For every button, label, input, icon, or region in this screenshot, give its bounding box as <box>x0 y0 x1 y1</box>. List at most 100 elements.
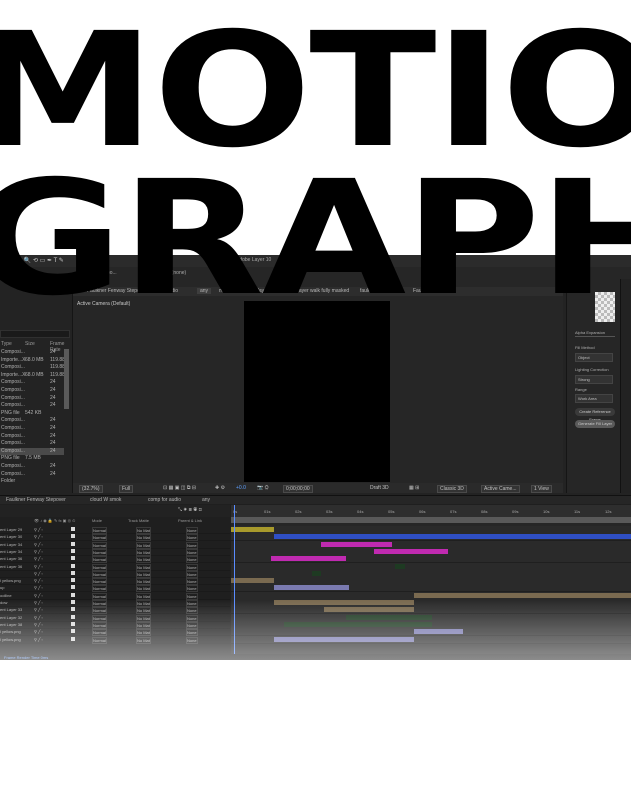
layer-name: oolline <box>0 592 12 598</box>
project-item[interactable]: Composi... 24 <box>0 471 64 478</box>
switches-header: 👁 ♪ ◉ 🔒 ✎ fx ▣ ◎ ⊙ <box>34 518 76 523</box>
resolution-dropdown[interactable]: Full <box>119 485 134 493</box>
item-size: 7.5 MB <box>25 455 41 462</box>
layer-name: ent Layer 36 <box>0 556 23 562</box>
size-column-header[interactable]: Size <box>25 341 35 347</box>
alpha-expansion-slider[interactable] <box>575 336 615 337</box>
layer-visibility-icon[interactable] <box>71 585 75 590</box>
project-item[interactable]: Composi... 24 <box>0 463 64 470</box>
timeline-column-headers: 👁 ♪ ◉ 🔒 ✎ fx ▣ ◎ ⊙ Mode Track Matte Pare… <box>0 518 230 525</box>
layer-duration-bar[interactable] <box>231 527 275 532</box>
timeline-tab[interactable]: cloud W smok <box>90 497 121 503</box>
layer-visibility-icon[interactable] <box>71 548 75 553</box>
project-search-input[interactable] <box>0 330 70 338</box>
range-dropdown[interactable]: Work Area <box>575 394 613 403</box>
item-frame-rate: 24 <box>50 402 56 409</box>
timeline-tab[interactable]: Faulkner Fenway Stepover <box>6 497 66 503</box>
generate-fill-layer-button[interactable]: Generate Fill Layer <box>575 420 615 428</box>
camera-view-dropdown[interactable]: Active Came... <box>481 485 520 493</box>
layer-duration-bar[interactable] <box>274 585 349 591</box>
exposure-value[interactable]: +0.0 <box>236 485 246 491</box>
lighting-strength-dropdown[interactable]: Strong <box>575 375 613 384</box>
item-frame-rate: 24 <box>50 379 56 386</box>
layer-visibility-icon[interactable] <box>71 592 75 597</box>
item-frame-rate: 119.88 <box>50 371 65 378</box>
project-item[interactable]: Composi... 24 <box>0 425 64 432</box>
project-item[interactable]: Composi... 24 <box>0 433 64 440</box>
project-item[interactable]: Composi... 24 <box>0 379 64 386</box>
layer-switches[interactable]: ⚲ ╱ ▫ <box>34 578 43 583</box>
fill-method-dropdown[interactable]: Object <box>575 353 613 362</box>
item-type: Composi... <box>1 417 25 424</box>
timeline-tab[interactable]: any <box>202 497 210 503</box>
timecode-field[interactable]: 0;00;00;00 <box>283 485 313 493</box>
zoom-dropdown[interactable]: (32.7%) <box>79 485 103 493</box>
item-type: Composi... <box>1 463 25 469</box>
color-picker-icon[interactable]: ✚ ⚙ <box>215 485 225 491</box>
viewer-option-icons[interactable]: ⊡ ▦ ▣ ◫ ⧉ ⊟ <box>163 485 196 491</box>
project-item[interactable]: Importe...X 68.0 MB 119.88 <box>0 357 65 364</box>
ruler-tick-label: 06s <box>419 509 426 514</box>
headline-graphics: GRAPHICS <box>0 147 631 331</box>
layer-switches[interactable]: ⚲ ╱ ▫ <box>34 571 43 576</box>
layer-switches[interactable]: ⚲ ╱ ▫ <box>34 542 43 547</box>
ruler-tick-label: 03s <box>326 509 333 514</box>
layer-switches[interactable]: ⚲ ╱ ▫ <box>34 527 43 532</box>
layer-visibility-icon[interactable] <box>71 570 75 575</box>
work-area-bar[interactable] <box>231 517 631 523</box>
layer-duration-bar[interactable] <box>395 563 405 569</box>
layer-duration-bar[interactable] <box>271 556 346 562</box>
parent-link-column-header[interactable]: Parent & Link <box>178 518 202 523</box>
project-item[interactable]: Composi... 24 <box>0 349 64 356</box>
layer-duration-bar[interactable] <box>373 548 448 554</box>
project-item[interactable]: Composi... 24 <box>0 440 64 447</box>
layer-switches[interactable]: ⚲ ╱ ▫ <box>34 549 43 554</box>
layer-switches[interactable]: ⚲ ╱ ▫ <box>34 534 43 539</box>
layer-duration-bar[interactable] <box>320 541 393 547</box>
project-item[interactable]: PNG file 542 KB <box>0 410 64 417</box>
project-scrollbar[interactable] <box>64 349 69 409</box>
snapshot-icon[interactable]: 📷 ⛭ <box>257 485 269 491</box>
project-item[interactable]: PNG file 7.5 MB <box>0 455 64 462</box>
project-item[interactable]: Composi... 24 <box>0 395 64 402</box>
layer-duration-bar[interactable] <box>231 578 275 584</box>
timeline-tab[interactable]: comp for audio <box>148 497 181 503</box>
layer-switches[interactable]: ⚲ ╱ ▫ <box>34 585 43 590</box>
layer-switches[interactable]: ⚲ ╱ ▫ <box>34 593 43 598</box>
item-frame-rate: 24 <box>50 349 56 355</box>
layer-visibility-icon[interactable] <box>71 578 75 583</box>
track-matte-column-header[interactable]: Track Matte <box>128 518 149 523</box>
project-column-headers: Type Size Frame Rate <box>0 341 70 353</box>
item-frame-rate: 24 <box>50 440 56 447</box>
lighting-correction-checkbox[interactable]: Lighting Correction <box>575 367 609 372</box>
item-type: Composi... <box>1 364 25 371</box>
renderer-mode-dropdown[interactable]: Classic 3D <box>437 485 467 493</box>
layer-duration-bar[interactable] <box>274 534 631 540</box>
create-reference-frame-button[interactable]: Create Reference Frame <box>575 408 615 422</box>
layer-visibility-icon[interactable] <box>71 556 75 561</box>
view-layout-dropdown[interactable]: 1 View <box>531 485 552 493</box>
time-ruler[interactable]: 0s 01s 02s 03s 04s 05s 06s 07s 08s 09s 10s 11s 12s <box>231 505 631 517</box>
layer-duration-bar[interactable] <box>311 570 321 576</box>
layer-switches[interactable]: ⚲ ╱ ▫ <box>34 556 43 561</box>
ruler-tick-label: 04s <box>357 509 364 514</box>
project-item[interactable]: Importe...X 68.0 MB 119.88 <box>0 371 65 379</box>
type-column-header[interactable]: Type <box>1 341 12 347</box>
project-item[interactable]: Composi... 24 <box>0 417 64 424</box>
layer-visibility-icon[interactable] <box>71 563 75 568</box>
grid-icon[interactable]: ▦ ⊞ <box>409 485 419 491</box>
item-frame-rate: 24 <box>50 447 56 454</box>
renderer-label[interactable]: Draft 3D <box>370 485 389 491</box>
layer-visibility-icon[interactable] <box>71 541 75 546</box>
mode-column-header[interactable]: Mode <box>92 518 102 523</box>
layer-visibility-icon[interactable] <box>71 527 75 531</box>
layer-switches[interactable]: ⚲ ╱ ▫ <box>34 564 43 569</box>
layer-visibility-icon[interactable] <box>71 534 75 539</box>
project-item[interactable]: Composi... 24 <box>0 387 64 394</box>
project-item[interactable]: Composi... 119.88 <box>0 364 65 371</box>
project-item[interactable]: Composi... 24 <box>0 402 64 409</box>
layer-duration-bar[interactable] <box>413 592 631 598</box>
project-item[interactable]: Folder <box>0 478 64 485</box>
timeline-switch-icons[interactable]: ⤡ ✷ ⊞ ◉ ⊡ <box>178 507 202 513</box>
project-item[interactable]: Composi... 24 <box>0 447 64 455</box>
